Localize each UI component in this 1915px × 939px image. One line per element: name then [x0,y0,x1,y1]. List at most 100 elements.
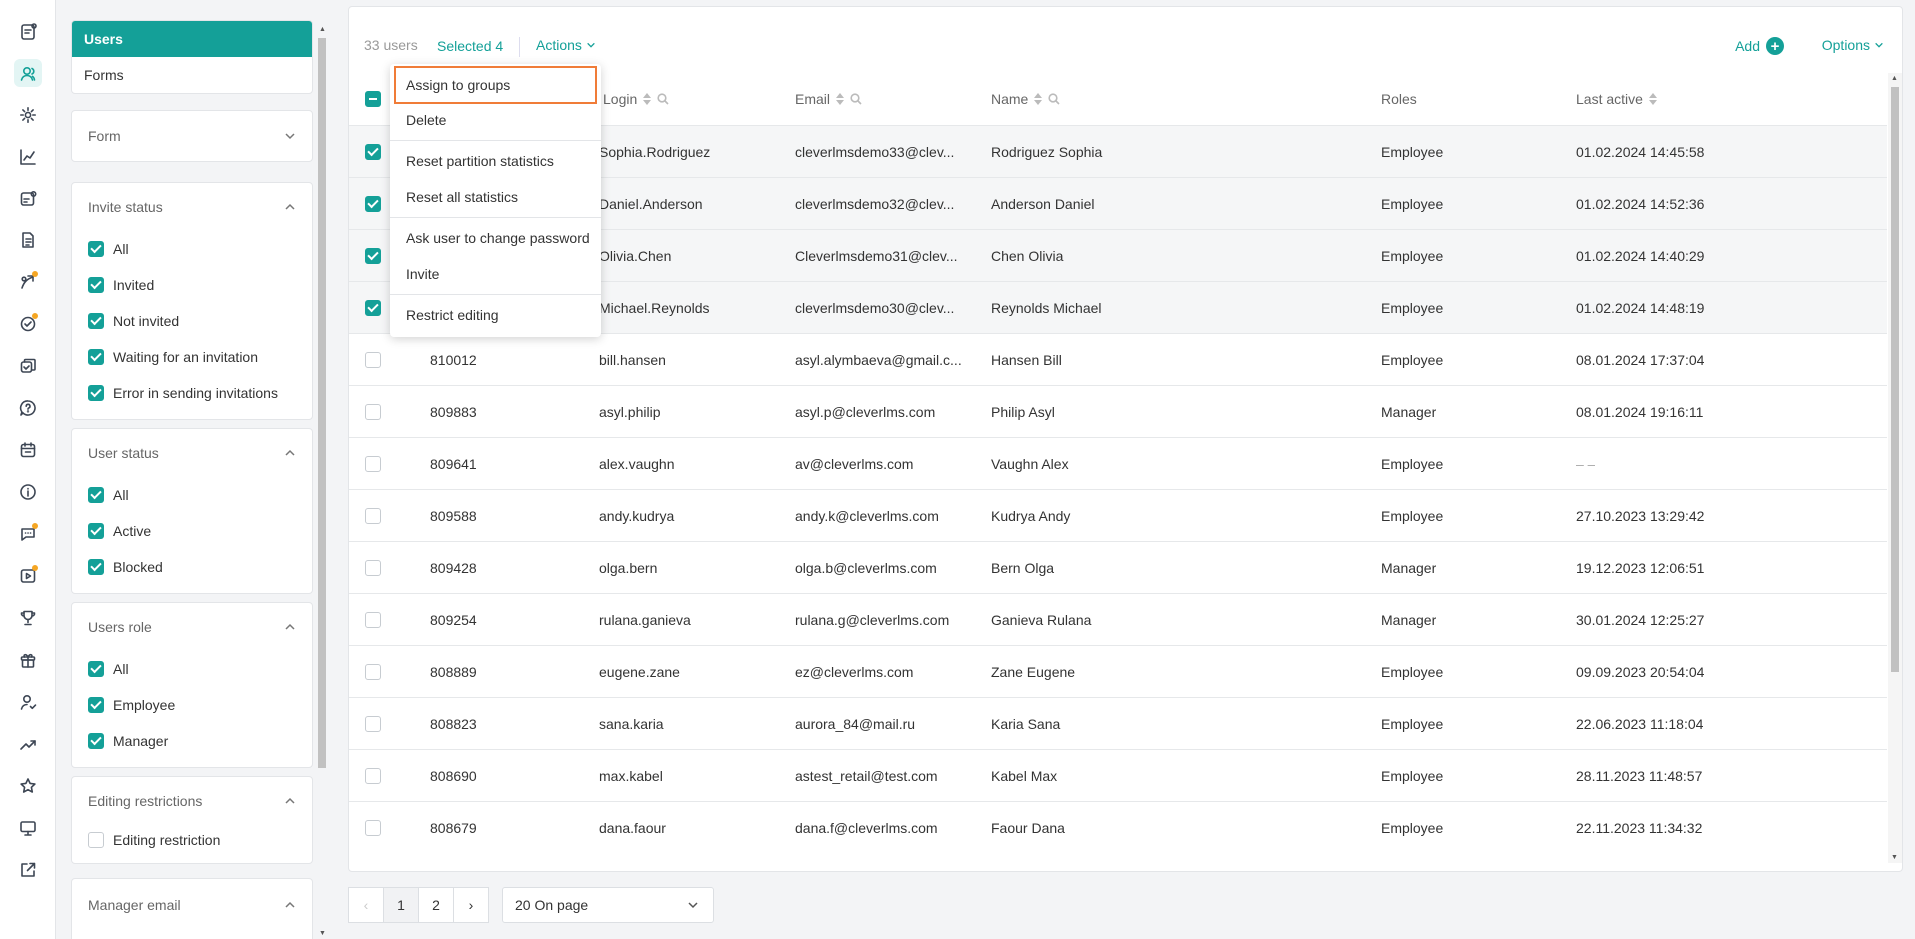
filter-invite_status-option[interactable]: Not invited [72,303,312,339]
row-checkbox[interactable] [365,126,390,178]
row-checkbox[interactable] [365,542,390,594]
chevron-up-icon[interactable] [284,621,296,633]
column-login[interactable]: Login [603,73,669,125]
trophy-icon[interactable] [14,604,42,632]
filter-invite_status-option[interactable]: All [72,231,312,267]
selected-count[interactable]: Selected 4 [437,38,503,54]
menu-item-invite[interactable]: Invite [390,256,601,292]
next-page-button[interactable]: › [453,887,489,923]
select-all-checkbox[interactable] [365,73,390,125]
table-row[interactable]: 809254 rulana.ganieva rulana.g@cleverlms… [349,593,1887,645]
checkbox[interactable] [88,523,104,539]
checklist-icon[interactable] [14,310,42,338]
checkbox[interactable] [88,277,104,293]
scroll-down-icon[interactable]: ▼ [319,930,326,937]
row-checkbox[interactable] [365,438,390,490]
menu-item-reset-partition-statistics[interactable]: Reset partition statistics [390,143,601,179]
sort-icon[interactable] [836,93,845,105]
filter-invite_status-option[interactable]: Error in sending invitations [72,375,312,411]
table-row[interactable]: 810012 bill.hansen asyl.alymbaeva@gmail.… [349,333,1887,385]
filter-users_role-option[interactable]: Manager [72,723,312,759]
nav-forms[interactable]: Forms [72,57,312,93]
info-icon[interactable] [14,478,42,506]
search-icon[interactable] [1048,93,1060,105]
chevron-up-icon[interactable] [284,201,296,213]
chevron-up-icon[interactable] [284,795,296,807]
table-row[interactable]: 808823 sana.karia aurora_84@mail.ru Kari… [349,697,1887,749]
table-row[interactable]: 809641 alex.vaughn av@cleverlms.com Vaug… [349,437,1887,489]
user-check-icon[interactable] [14,688,42,716]
nav-users[interactable]: Users [72,21,312,57]
reports-icon[interactable] [14,17,42,45]
settings-icon[interactable] [14,101,42,129]
chart-icon[interactable] [14,143,42,171]
row-checkbox[interactable] [365,282,390,334]
checkbox[interactable] [88,349,104,365]
checkbox[interactable] [88,241,104,257]
table-row[interactable]: 809428 olga.bern olga.b@cleverlms.com Be… [349,541,1887,593]
sidebar-scrollbar[interactable]: ▲ ▼ [316,24,326,939]
checkbox[interactable] [88,661,104,677]
gift-icon[interactable] [14,646,42,674]
checkbox[interactable] [88,733,104,749]
row-checkbox[interactable] [365,698,390,750]
calendar-icon[interactable] [14,436,42,464]
checkbox[interactable] [88,697,104,713]
options-button[interactable]: Options [1822,37,1884,53]
filter-editing_restrictions-option[interactable]: Editing restriction [72,825,312,855]
search-icon[interactable] [657,93,669,105]
menu-item-assign-to-groups[interactable]: Assign to groups [394,66,597,104]
row-checkbox[interactable] [365,334,390,386]
table-row[interactable]: 809588 andy.kudrya andy.k@cleverlms.com … [349,489,1887,541]
menu-item-restrict-editing[interactable]: Restrict editing [390,297,601,333]
add-button[interactable]: Add + [1735,37,1784,55]
row-checkbox[interactable] [365,802,390,854]
page-2-button[interactable]: 2 [418,887,454,923]
row-checkbox[interactable] [365,594,390,646]
chevron-up-icon[interactable] [284,899,296,911]
monitor-icon[interactable] [14,814,42,842]
filter-invite_status-option[interactable]: Waiting for an invitation [72,339,312,375]
chat-icon[interactable] [14,520,42,548]
search-icon[interactable] [850,93,862,105]
column-last-active[interactable]: Last active [1576,73,1657,125]
filter-user_status-option[interactable]: Active [72,513,312,549]
row-checkbox[interactable] [365,646,390,698]
filter-users_role-option[interactable]: Employee [72,687,312,723]
checkbox[interactable] [88,832,104,848]
courses-icon[interactable] [14,352,42,380]
checkbox[interactable] [88,487,104,503]
table-row[interactable]: 808690 max.kabel astest_retail@test.com … [349,749,1887,801]
documents-icon[interactable] [14,226,42,254]
checkbox[interactable] [88,385,104,401]
row-checkbox[interactable] [365,178,390,230]
actions-button[interactable]: Actions [536,37,596,53]
help-icon[interactable] [14,394,42,422]
checkbox[interactable] [88,559,104,575]
prev-page-button[interactable]: ‹ [348,887,384,923]
tasks-icon[interactable] [14,185,42,213]
table-scrollbar[interactable]: ▲ ▼ [1888,73,1902,863]
trend-icon[interactable] [14,730,42,758]
users-icon[interactable] [14,59,42,87]
table-row[interactable]: 808679 dana.faour dana.f@cleverlms.com F… [349,801,1887,853]
filter-user_status-option[interactable]: Blocked [72,549,312,585]
star-icon[interactable] [14,772,42,800]
table-row[interactable]: 809883 asyl.philip asyl.p@cleverlms.com … [349,385,1887,437]
external-link-icon[interactable] [14,856,42,884]
column-email[interactable]: Email [795,73,862,125]
checkbox[interactable] [88,313,104,329]
row-checkbox[interactable] [365,230,390,282]
column-name[interactable]: Name [991,73,1060,125]
filter-user_status-option[interactable]: All [72,477,312,513]
sort-icon[interactable] [643,93,652,105]
row-checkbox[interactable] [365,490,390,542]
scroll-up-icon[interactable]: ▲ [1891,75,1898,82]
scroll-up-icon[interactable]: ▲ [319,26,326,33]
menu-item-ask-user-to-change-password[interactable]: Ask user to change password [390,220,601,256]
sidebar-scroll-thumb[interactable] [318,38,326,768]
table-scroll-thumb[interactable] [1891,87,1899,672]
page-1-button[interactable]: 1 [383,887,419,923]
row-checkbox[interactable] [365,386,390,438]
filter-form[interactable]: Form [71,110,313,162]
